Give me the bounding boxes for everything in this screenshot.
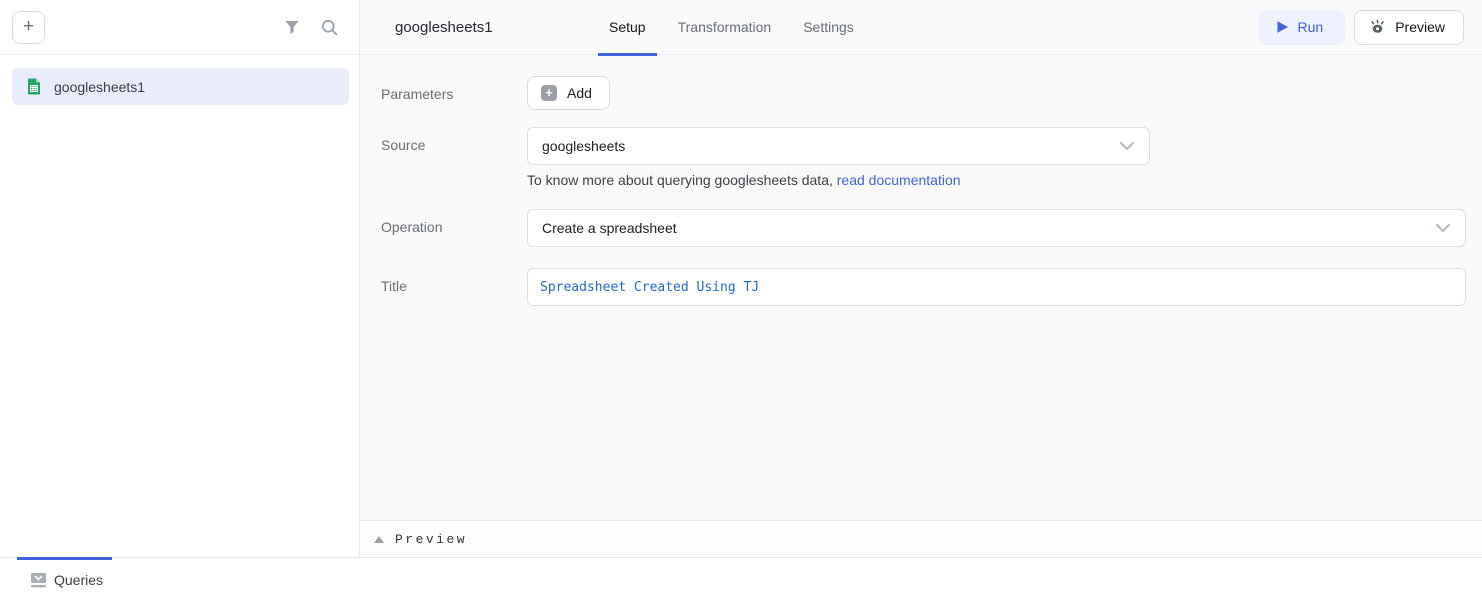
operation-select[interactable]: Create a spreadsheet <box>527 209 1466 247</box>
parameters-row: Parameters + Add <box>381 76 1466 110</box>
query-item-label: googlesheets1 <box>54 79 145 95</box>
google-sheets-icon <box>26 78 42 95</box>
query-title: googlesheets1 <box>395 19 575 36</box>
add-button-label: Add <box>567 85 592 101</box>
tab-setup[interactable]: Setup <box>598 0 657 55</box>
title-row: Title Spreadsheet Created Using TJ <box>381 268 1466 306</box>
play-icon <box>1276 20 1289 34</box>
sidebar-header: + <box>0 0 359 55</box>
plus-square-icon: + <box>541 85 557 101</box>
body-row: + <box>0 0 1482 557</box>
query-editor-main: googlesheets1 Setup Transformation Setti… <box>360 0 1482 557</box>
query-list-sidebar: + <box>0 0 360 557</box>
header-actions: Run Preview <box>1258 10 1464 45</box>
editor-tabs: Setup Transformation Settings <box>598 0 865 55</box>
new-query-button[interactable]: + <box>12 11 45 44</box>
queries-active-indicator <box>17 557 112 560</box>
source-helper-text: To know more about querying googlesheets… <box>527 172 1466 188</box>
title-code-value: Spreadsheet Created Using TJ <box>540 280 759 295</box>
operation-select-value: Create a spreadsheet <box>542 220 677 236</box>
source-row: Source googlesheets To know more about q… <box>381 127 1466 188</box>
tab-settings[interactable]: Settings <box>792 0 865 55</box>
filter-icon[interactable] <box>283 18 301 36</box>
operation-row: Operation Create a spreadsheet <box>381 209 1466 247</box>
source-select[interactable]: googlesheets <box>527 127 1150 165</box>
queries-tab-label: Queries <box>54 572 103 588</box>
preview-panel-label: Preview <box>395 532 467 547</box>
setup-form: Parameters + Add Source googlesheets <box>360 55 1482 520</box>
run-button-label: Run <box>1298 19 1324 35</box>
main-header: googlesheets1 Setup Transformation Setti… <box>360 0 1482 55</box>
parameters-label: Parameters <box>381 76 527 110</box>
chevron-down-icon <box>1119 141 1135 151</box>
title-label: Title <box>381 268 527 306</box>
preview-panel-toggle[interactable]: Preview <box>360 520 1482 557</box>
read-documentation-link[interactable]: read documentation <box>837 172 961 188</box>
collapse-triangle-icon <box>374 536 384 543</box>
operation-label: Operation <box>381 209 527 247</box>
chevron-down-icon <box>1435 223 1451 233</box>
query-list: googlesheets1 <box>0 55 359 105</box>
eye-icon <box>1369 19 1386 35</box>
source-select-value: googlesheets <box>542 138 625 154</box>
preview-button[interactable]: Preview <box>1354 10 1464 45</box>
title-code-input[interactable]: Spreadsheet Created Using TJ <box>527 268 1466 306</box>
add-parameter-button[interactable]: + Add <box>527 76 610 110</box>
queries-tab[interactable]: Queries <box>30 572 103 588</box>
query-editor-app: + <box>0 0 1482 602</box>
preview-button-label: Preview <box>1395 19 1445 35</box>
tab-transformation[interactable]: Transformation <box>667 0 783 55</box>
bottom-panel-bar: Queries <box>0 557 1482 602</box>
query-list-item-googlesheets1[interactable]: googlesheets1 <box>12 68 349 105</box>
queries-tray-icon <box>30 572 47 588</box>
search-icon[interactable] <box>320 18 338 36</box>
helper-prefix: To know more about querying googlesheets… <box>527 172 837 188</box>
run-button[interactable]: Run <box>1258 10 1346 45</box>
source-label: Source <box>381 127 527 188</box>
